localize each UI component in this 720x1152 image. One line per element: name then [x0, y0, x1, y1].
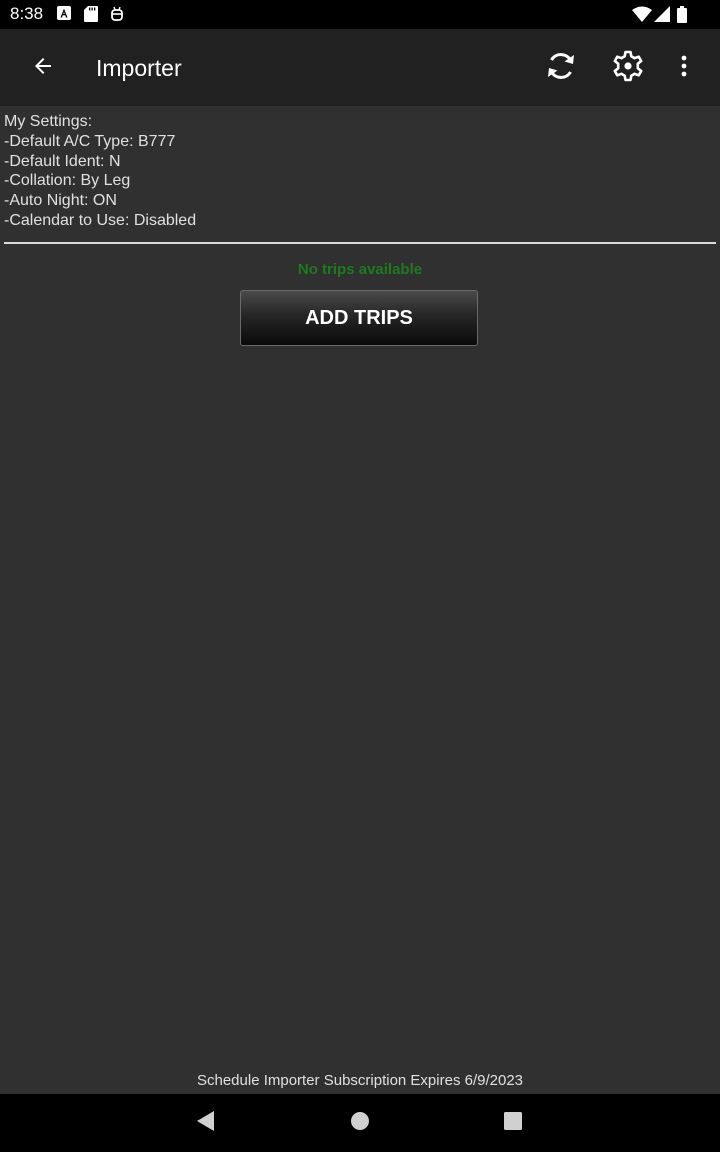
battery-icon — [677, 6, 687, 23]
back-button[interactable] — [18, 43, 68, 93]
setting-auto-night: -Auto Night: ON — [4, 192, 117, 210]
settings-summary: My Settings: -Default A/C Type: B777 -De… — [4, 112, 716, 231]
sync-button[interactable] — [536, 43, 586, 93]
app-bar: Importer — [0, 29, 720, 106]
setting-default-ident: -Default Ident: N — [4, 152, 121, 170]
gear-icon — [611, 49, 645, 88]
back-arrow-icon — [31, 54, 55, 83]
page-title: Importer — [96, 55, 182, 81]
nav-recents-button[interactable] — [493, 1103, 533, 1143]
nav-back-button[interactable] — [186, 1103, 226, 1143]
wifi-icon — [632, 6, 652, 22]
android-icon — [110, 6, 126, 22]
status-bar: 8:38 — [0, 0, 720, 29]
nav-home-button[interactable] — [340, 1103, 380, 1143]
setting-default-ac-type: -Default A/C Type: B777 — [4, 132, 176, 150]
setting-collation: -Collation: By Leg — [4, 172, 131, 190]
notification-a-icon — [57, 6, 73, 22]
overflow-menu-button[interactable] — [659, 43, 709, 93]
settings-heading: My Settings: — [4, 113, 93, 130]
status-time: 8:38 — [10, 4, 44, 23]
setting-calendar: -Calendar to Use: Disabled — [4, 211, 197, 229]
signal-icon — [654, 6, 670, 22]
nav-recents-icon — [504, 1111, 522, 1135]
nav-home-icon — [350, 1111, 370, 1136]
navigation-bar — [0, 1094, 720, 1152]
settings-button[interactable] — [603, 43, 653, 93]
sd-card-icon — [84, 6, 100, 22]
importer-screen: 8:38 Importer My Settings: -Default A/C … — [0, 0, 720, 1152]
sync-icon — [544, 49, 578, 88]
add-trips-button[interactable]: ADD TRIPS — [240, 290, 478, 346]
nav-back-icon — [197, 1110, 215, 1136]
divider — [4, 242, 716, 244]
empty-trips-message: No trips available — [297, 261, 423, 278]
subscription-status: Schedule Importer Subscription Expires 6… — [196, 1072, 523, 1089]
overflow-menu-icon — [680, 54, 688, 83]
